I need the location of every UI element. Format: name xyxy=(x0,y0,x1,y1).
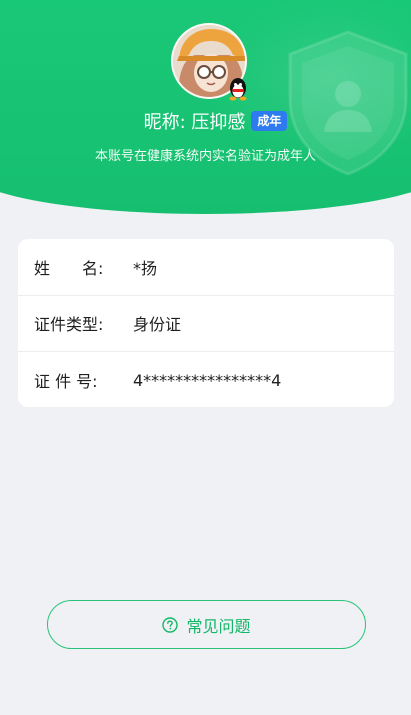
qq-penguin-icon xyxy=(229,78,247,101)
info-row-id-type: 证件类型: 身份证 xyxy=(18,296,394,352)
info-row-name: 姓 名: *扬 xyxy=(18,239,394,296)
info-value: 4****************4 xyxy=(133,370,282,390)
info-value: *扬 xyxy=(133,258,158,278)
nickname: 昵称: 压抑感 xyxy=(143,112,246,133)
faq-button[interactable]: 常见问题 xyxy=(47,600,366,649)
adult-badge: 成年 xyxy=(251,111,288,131)
avatar-wrapper xyxy=(171,23,249,101)
info-label: 姓 名: xyxy=(34,258,104,278)
faq-label: 常见问题 xyxy=(186,616,251,636)
identity-info-card: 姓 名: *扬 证件类型: 身份证 证 件 号: 4**************… xyxy=(18,239,394,407)
info-label: 证件类型: xyxy=(34,315,104,335)
verify-note: 本账号在健康系统内实名验证为成年人 xyxy=(94,149,316,164)
info-row-id-number: 证 件 号: 4****************4 xyxy=(18,352,394,407)
realname-verify-page: 昵称: 压抑感 成年 本账号在健康系统内实名验证为成年人 姓 名: *扬 证件类… xyxy=(0,0,411,715)
info-label: 证 件 号: xyxy=(34,372,98,392)
info-value: 身份证 xyxy=(133,315,182,335)
question-circle-icon xyxy=(162,616,179,633)
nickname-row: 昵称: 压抑感 成年 xyxy=(0,108,411,134)
